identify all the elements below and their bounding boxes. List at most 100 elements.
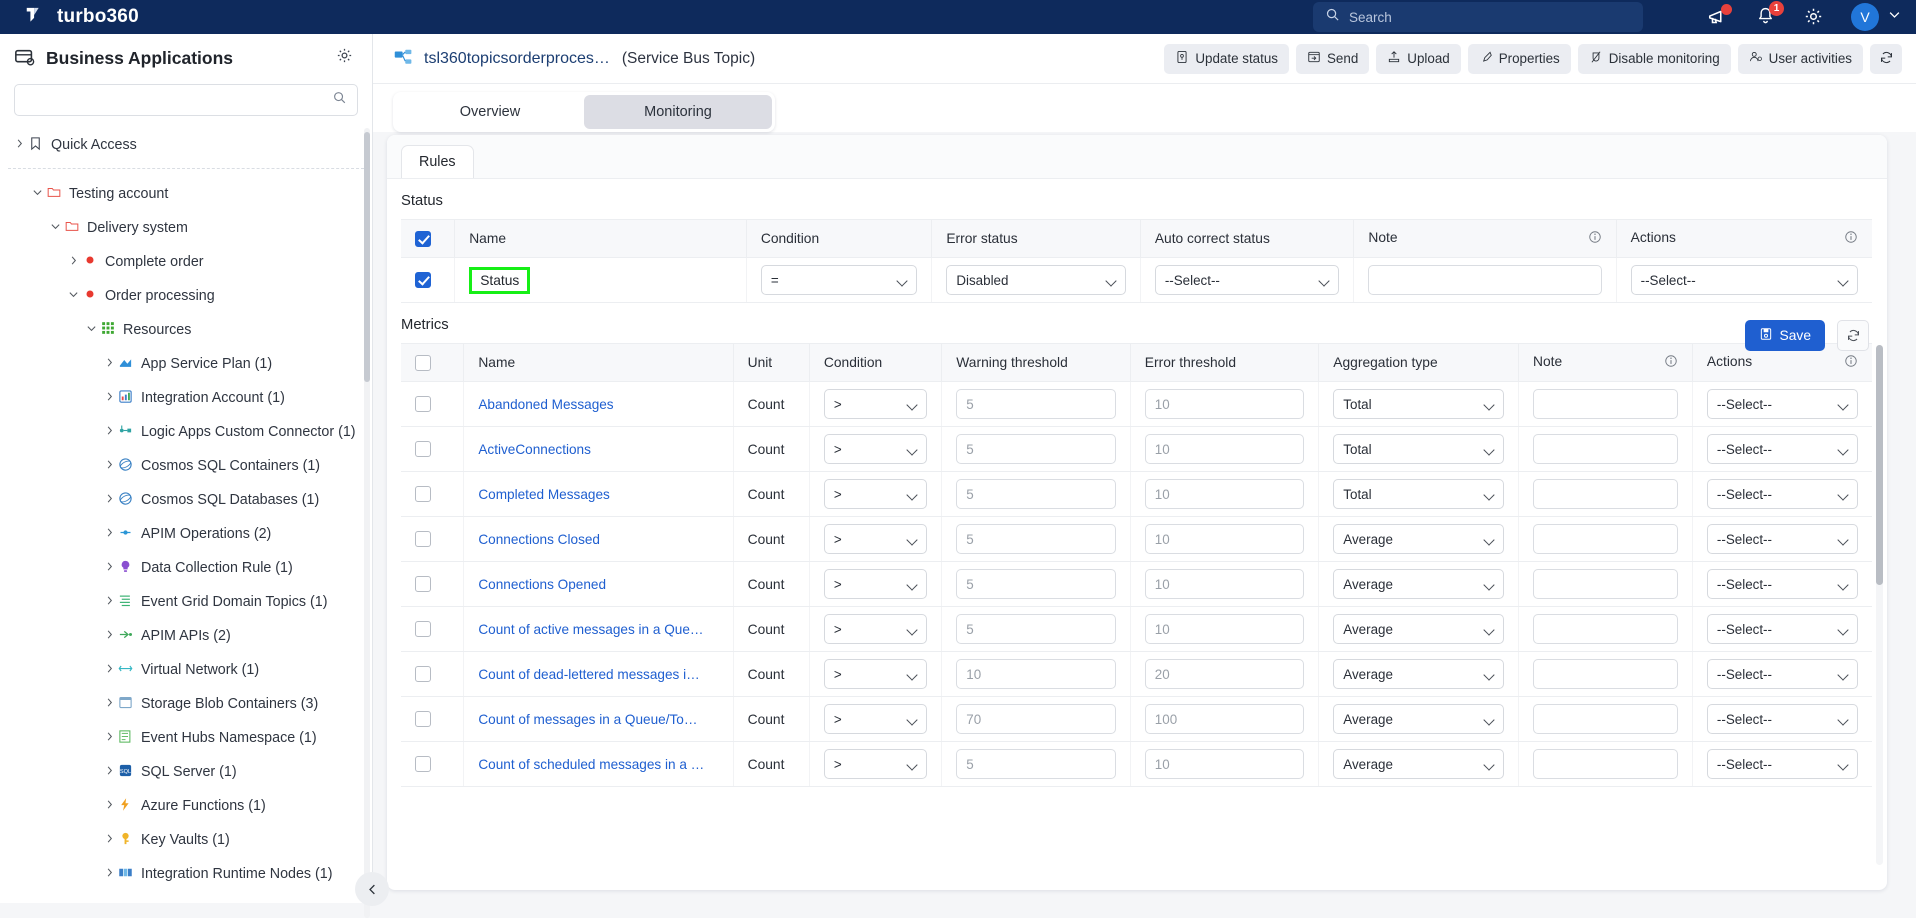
metric-name-link[interactable]: Count of messages in a Queue/To…	[478, 712, 718, 727]
chevron-right-icon[interactable]	[101, 629, 117, 643]
metric-name-link[interactable]: Connections Opened	[478, 577, 718, 592]
chevron-right-icon[interactable]	[11, 138, 27, 152]
chevron-right-icon[interactable]	[101, 357, 117, 371]
metric-name-link[interactable]: ActiveConnections	[478, 442, 718, 457]
update-status-button[interactable]: Update status	[1164, 43, 1289, 74]
user-activities-button[interactable]: User activities	[1737, 43, 1863, 74]
condition-select[interactable]: >	[823, 389, 928, 419]
sidebar-item-event-hubs-namespace-1[interactable]: Event Hubs Namespace (1)	[0, 721, 372, 755]
condition-select[interactable]: >	[823, 614, 928, 644]
error-threshold-input[interactable]: 10	[1144, 749, 1305, 779]
row-checkbox[interactable]	[415, 711, 431, 728]
resource-name[interactable]: tsl360topicsorderproces…	[424, 50, 610, 68]
chevron-right-icon[interactable]	[101, 527, 117, 541]
warning-threshold-input[interactable]: 70	[956, 704, 1116, 734]
upload-button[interactable]: Upload	[1376, 43, 1461, 74]
actions-select[interactable]: --Select--	[1706, 434, 1858, 464]
sidebar-item-event-grid-domain-topics-1[interactable]: Event Grid Domain Topics (1)	[0, 585, 372, 619]
condition-select[interactable]: >	[823, 569, 928, 599]
condition-select[interactable]: >	[823, 704, 928, 734]
chevron-right-icon[interactable]	[101, 595, 117, 609]
warning-threshold-input[interactable]: 5	[956, 749, 1116, 779]
warning-threshold-input[interactable]: 10	[956, 659, 1116, 689]
sidebar-item-quick-access[interactable]: Quick Access	[0, 128, 372, 162]
note-input[interactable]	[1533, 704, 1678, 734]
aggregation-type-select[interactable]: Average	[1333, 614, 1505, 644]
error-status-select[interactable]: Disabled	[946, 265, 1126, 295]
chevron-right-icon[interactable]	[101, 425, 117, 439]
metric-name-link[interactable]: Abandoned Messages	[478, 397, 718, 412]
actions-select[interactable]: --Select--	[1706, 659, 1858, 689]
row-checkbox[interactable]	[415, 272, 431, 289]
sidebar-item-azure-functions-1[interactable]: Azure Functions (1)	[0, 789, 372, 823]
condition-select[interactable]: >	[823, 749, 928, 779]
megaphone-icon[interactable]	[1707, 4, 1732, 28]
info-icon[interactable]	[1844, 354, 1858, 371]
chevron-right-icon[interactable]	[101, 391, 117, 405]
row-checkbox[interactable]	[415, 531, 431, 548]
aggregation-type-select[interactable]: Average	[1333, 749, 1505, 779]
actions-select[interactable]: --Select--	[1706, 479, 1858, 509]
row-checkbox[interactable]	[415, 666, 431, 683]
metric-name-link[interactable]: Count of dead-lettered messages i…	[478, 667, 718, 682]
chevron-right-icon[interactable]	[101, 561, 117, 575]
error-threshold-input[interactable]: 100	[1144, 704, 1305, 734]
sidebar-item-cosmos-sql-databases-1[interactable]: Cosmos SQL Databases (1)	[0, 483, 372, 517]
actions-select[interactable]: --Select--	[1630, 265, 1858, 295]
aggregation-type-select[interactable]: Total	[1333, 479, 1505, 509]
aggregation-type-select[interactable]: Average	[1333, 569, 1505, 599]
sidebar-item-app-service-plan-1[interactable]: App Service Plan (1)	[0, 347, 372, 381]
sidebar-collapse-button[interactable]	[355, 872, 389, 906]
aggregation-type-select[interactable]: Average	[1333, 524, 1505, 554]
aggregation-type-select[interactable]: Average	[1333, 704, 1505, 734]
chevron-right-icon[interactable]	[101, 765, 117, 779]
error-threshold-input[interactable]: 10	[1144, 614, 1305, 644]
user-menu[interactable]: V	[1851, 3, 1902, 31]
actions-select[interactable]: --Select--	[1706, 614, 1858, 644]
sidebar-item-virtual-network-1[interactable]: Virtual Network (1)	[0, 653, 372, 687]
sidebar-item-integration-account-1[interactable]: Integration Account (1)	[0, 381, 372, 415]
metric-name-link[interactable]: Count of active messages in a Que…	[478, 622, 718, 637]
brand[interactable]: turbo360	[0, 6, 139, 28]
note-input[interactable]	[1533, 479, 1678, 509]
condition-select[interactable]: =	[760, 265, 918, 295]
refresh-button[interactable]	[1870, 43, 1902, 74]
metric-name-link[interactable]: Connections Closed	[478, 532, 718, 547]
warning-threshold-input[interactable]: 5	[956, 389, 1116, 419]
sidebar-item-apim-operations-2[interactable]: APIM Operations (2)	[0, 517, 372, 551]
actions-select[interactable]: --Select--	[1706, 524, 1858, 554]
chevron-right-icon[interactable]	[101, 663, 117, 677]
sidebar-settings-gear-icon[interactable]	[335, 46, 354, 70]
row-checkbox[interactable]	[415, 756, 431, 773]
sidebar-item-logic-apps-custom-connector-1[interactable]: Logic Apps Custom Connector (1)	[0, 415, 372, 449]
aggregation-type-select[interactable]: Average	[1333, 659, 1505, 689]
sidebar-search-input[interactable]	[14, 84, 358, 116]
note-input[interactable]	[1533, 569, 1678, 599]
chevron-right-icon[interactable]	[101, 459, 117, 473]
actions-select[interactable]: --Select--	[1706, 569, 1858, 599]
note-input[interactable]	[1533, 389, 1678, 419]
error-threshold-input[interactable]: 20	[1144, 659, 1305, 689]
sidebar-item-complete-order[interactable]: Complete order	[0, 245, 372, 279]
info-icon[interactable]	[1844, 230, 1858, 247]
warning-threshold-input[interactable]: 5	[956, 614, 1116, 644]
actions-select[interactable]: --Select--	[1706, 704, 1858, 734]
tab-rules[interactable]: Rules	[401, 145, 474, 178]
gear-icon[interactable]	[1803, 6, 1825, 28]
panel-scrollbar[interactable]	[1876, 345, 1883, 865]
error-threshold-input[interactable]: 10	[1144, 569, 1305, 599]
row-checkbox[interactable]	[415, 396, 431, 413]
row-checkbox[interactable]	[415, 441, 431, 458]
actions-select[interactable]: --Select--	[1706, 389, 1858, 419]
sidebar-item-delivery-system[interactable]: Delivery system	[0, 211, 372, 245]
warning-threshold-input[interactable]: 5	[956, 569, 1116, 599]
chevron-right-icon[interactable]	[101, 493, 117, 507]
sidebar-item-storage-blob-containers-3[interactable]: Storage Blob Containers (3)	[0, 687, 372, 721]
properties-button[interactable]: Properties	[1467, 43, 1571, 74]
note-input[interactable]	[1368, 265, 1602, 295]
warning-threshold-input[interactable]: 5	[956, 524, 1116, 554]
chevron-right-icon[interactable]	[101, 731, 117, 745]
chevron-down-icon[interactable]	[65, 289, 81, 303]
error-threshold-input[interactable]: 10	[1144, 479, 1305, 509]
aggregation-type-select[interactable]: Total	[1333, 434, 1505, 464]
